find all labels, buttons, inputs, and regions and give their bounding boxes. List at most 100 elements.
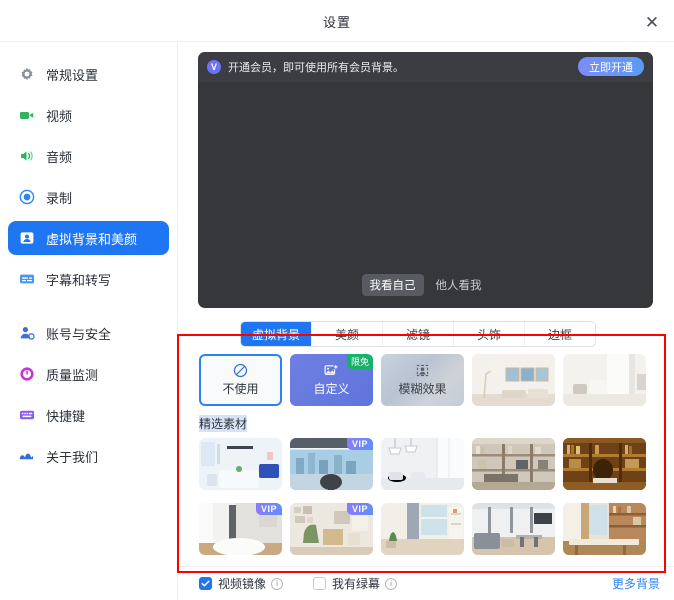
vip-banner: V 开通会员，即可使用所有会员背景。 立即开通 xyxy=(198,52,653,82)
background-option-label: 不使用 xyxy=(222,382,259,396)
video-mirror-label: 视频镜像 xyxy=(218,577,267,591)
background-thumbnail[interactable] xyxy=(381,503,464,555)
close-icon[interactable]: ✕ xyxy=(640,10,664,34)
video-mirror-checkbox[interactable]: 视频镜像 i xyxy=(199,575,284,592)
background-row-featured-1: VIP xyxy=(190,438,666,490)
view-self-option[interactable]: 我看自己 xyxy=(361,274,424,296)
thumbnail-classic-library xyxy=(563,438,646,490)
tab-virtual-background[interactable]: 虚拟背景 xyxy=(241,322,312,346)
background-thumbnail[interactable]: VIP xyxy=(199,503,282,555)
limited-free-badge: 限免 xyxy=(346,354,373,369)
tab-frame[interactable]: 边框 xyxy=(525,322,595,346)
sidebar-item-label: 字幕和转写 xyxy=(46,272,112,288)
green-screen-checkbox[interactable]: 我有绿幕 i xyxy=(313,575,398,592)
background-thumbnail[interactable]: VIP xyxy=(290,503,373,555)
more-backgrounds-link[interactable]: 更多背景 xyxy=(612,575,660,592)
vip-badge: VIP xyxy=(346,438,373,450)
sidebar-item-virtual-background[interactable]: 虚拟背景和美颜 xyxy=(8,221,169,255)
background-option-blur[interactable]: 模糊效果 xyxy=(381,354,464,406)
page-title: 设置 xyxy=(322,14,351,30)
background-option-label: 自定义 xyxy=(313,382,350,396)
sidebar-item-shortcuts[interactable]: 快捷键 xyxy=(8,398,169,432)
tab-beauty[interactable]: 美颜 xyxy=(312,322,383,346)
sidebar-item-label: 常规设置 xyxy=(46,67,99,83)
quality-monitor-icon xyxy=(18,366,35,383)
background-option-label: 模糊效果 xyxy=(398,382,447,396)
thumbnail-bedroom-curtain xyxy=(563,354,646,406)
thumbnail-white-studio-lamps xyxy=(381,438,464,490)
subtitle-icon xyxy=(18,271,35,288)
sidebar-item-label: 关于我们 xyxy=(46,449,99,465)
view-others-option[interactable]: 他人看我 xyxy=(428,274,490,296)
vip-badge: VIP xyxy=(346,503,373,515)
thumbnail-modern-loft-lounge xyxy=(472,503,555,555)
thumbnail-wooden-bookshelf xyxy=(472,438,555,490)
sidebar-item-account-security[interactable]: 账号与安全 xyxy=(8,316,169,350)
sidebar-item-label: 音频 xyxy=(46,149,73,165)
check-icon xyxy=(201,580,210,587)
person-card-icon xyxy=(18,230,35,247)
background-thumbnail[interactable] xyxy=(563,438,646,490)
info-icon[interactable]: i xyxy=(271,577,284,590)
thumbnail-meeting-room-blue xyxy=(199,438,282,490)
title-bar: 设置 ✕ xyxy=(0,0,674,42)
sidebar-item-label: 质量监测 xyxy=(46,367,99,383)
vip-badge: VIP xyxy=(255,503,282,515)
featured-section-title: 精选素材 xyxy=(199,415,248,432)
background-grid: 不使用 限免 自定义 模糊效果 精选素材 VIP VIP VIP xyxy=(190,354,666,573)
activate-membership-button[interactable]: 立即开通 xyxy=(578,57,644,76)
keyboard-icon xyxy=(18,407,35,424)
view-mode-toggle: 我看自己 他人看我 xyxy=(198,274,653,296)
bottom-bar: 视频镜像 i 我有绿幕 i 更多背景 xyxy=(178,566,674,600)
background-option-none[interactable]: 不使用 xyxy=(199,354,282,406)
background-thumbnail[interactable] xyxy=(472,503,555,555)
sidebar-item-audio[interactable]: 音频 xyxy=(8,139,169,173)
gear-icon xyxy=(18,66,35,83)
background-thumbnail[interactable] xyxy=(381,438,464,490)
person-blur-icon xyxy=(416,364,429,377)
vip-banner-text: 开通会员，即可使用所有会员背景。 xyxy=(228,62,404,74)
sidebar-item-quality-monitor[interactable]: 质量监测 xyxy=(8,357,169,391)
video-camera-icon xyxy=(18,107,35,124)
sidebar-item-about[interactable]: 关于我们 xyxy=(8,439,169,473)
add-image-icon xyxy=(324,364,339,375)
background-thumbnail[interactable] xyxy=(472,354,555,406)
background-thumbnail[interactable] xyxy=(563,503,646,555)
background-thumbnail[interactable] xyxy=(199,438,282,490)
sidebar-item-general[interactable]: 常规设置 xyxy=(8,57,169,91)
background-row-featured-2: VIP VIP xyxy=(190,503,666,555)
sidebar-item-label: 快捷键 xyxy=(46,408,86,424)
user-shield-icon xyxy=(18,325,35,342)
sidebar-item-video[interactable]: 视频 xyxy=(8,98,169,132)
thumbnail-curtain-window-plant xyxy=(381,503,464,555)
settings-window: 设置 ✕ 常规设置 视频 音频 录制 虚拟背景和美颜 字幕和转写 账号与安全 质… xyxy=(0,0,674,600)
sidebar-item-recording[interactable]: 录制 xyxy=(8,180,169,214)
ban-icon xyxy=(233,363,248,378)
about-icon xyxy=(18,448,35,465)
background-thumbnail[interactable]: VIP xyxy=(290,438,373,490)
sidebar-item-label: 视频 xyxy=(46,108,73,124)
tab-filter[interactable]: 滤镜 xyxy=(383,322,454,346)
record-icon xyxy=(18,189,35,206)
speaker-icon xyxy=(18,148,35,165)
sidebar-item-subtitles[interactable]: 字幕和转写 xyxy=(8,262,169,296)
sidebar: 常规设置 视频 音频 录制 虚拟背景和美颜 字幕和转写 账号与安全 质量监测 快… xyxy=(0,42,178,600)
sidebar-divider-space xyxy=(0,299,177,313)
info-icon[interactable]: i xyxy=(385,577,398,590)
background-thumbnail[interactable] xyxy=(563,354,646,406)
checkbox-box[interactable] xyxy=(199,577,212,590)
green-screen-label: 我有绿幕 xyxy=(332,577,381,591)
video-preview: V 开通会员，即可使用所有会员背景。 立即开通 我看自己 他人看我 xyxy=(198,52,653,308)
thumbnail-living-room-art xyxy=(472,354,555,406)
main-panel: V 开通会员，即可使用所有会员背景。 立即开通 我看自己 他人看我 虚拟背景 美… xyxy=(178,42,674,600)
tab-headwear[interactable]: 头饰 xyxy=(454,322,525,346)
sidebar-item-label: 账号与安全 xyxy=(46,326,112,342)
checkbox-box[interactable] xyxy=(313,577,327,590)
sidebar-item-label: 虚拟背景和美颜 xyxy=(46,231,138,247)
background-row-top: 不使用 限免 自定义 模糊效果 xyxy=(190,354,666,406)
background-option-custom[interactable]: 限免 自定义 xyxy=(290,354,373,406)
background-thumbnail[interactable] xyxy=(472,438,555,490)
sidebar-item-label: 录制 xyxy=(46,190,73,206)
vip-crown-icon: V xyxy=(207,60,221,74)
effects-tabbar: 虚拟背景 美颜 滤镜 头饰 边框 xyxy=(240,321,596,347)
